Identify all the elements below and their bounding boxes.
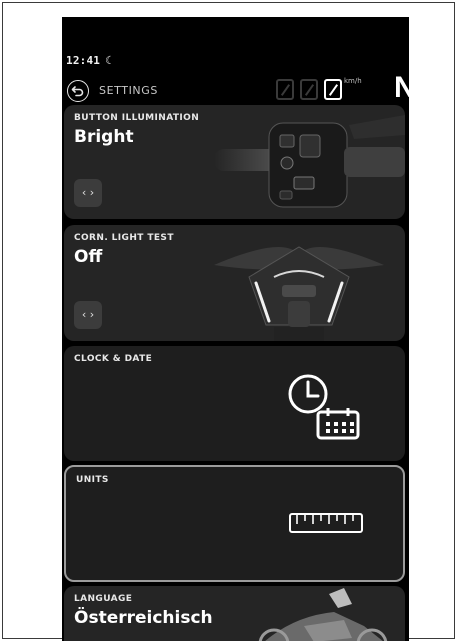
- speed-digit-inactive: [276, 79, 294, 100]
- motorcycle-front-illustration: [214, 246, 384, 341]
- back-arrow-icon: [71, 86, 84, 97]
- card-label: UNITS: [76, 475, 109, 485]
- adjust-arrows-button[interactable]: ‹ ›: [74, 301, 102, 329]
- handlebar-switch-illustration: [214, 115, 405, 208]
- card-label: CORN. LIGHT TEST: [74, 233, 174, 243]
- setting-card-language[interactable]: LANGUAGE Österreichisch: [64, 586, 405, 641]
- setting-card-clock-date[interactable]: CLOCK & DATE: [64, 346, 405, 461]
- card-label: LANGUAGE: [74, 594, 133, 604]
- setting-card-cornering-light-test[interactable]: CORN. LIGHT TEST Off ‹ ›: [64, 225, 405, 341]
- gear-indicator: N: [394, 71, 409, 104]
- clock-calendar-icon: [288, 374, 360, 440]
- adjust-arrows-button[interactable]: ‹ ›: [74, 179, 102, 207]
- card-value: Österreichisch: [74, 608, 213, 628]
- speed-unit: km/h: [344, 77, 362, 85]
- card-label: BUTTON ILLUMINATION: [74, 113, 200, 123]
- status-bar: 12:41 ☾: [66, 54, 112, 67]
- card-label: CLOCK & DATE: [74, 354, 153, 364]
- moon-icon: ☾: [105, 54, 112, 67]
- speed-digit-inactive: [300, 79, 318, 100]
- back-button[interactable]: [67, 80, 89, 102]
- page-title: SETTINGS: [99, 84, 158, 97]
- card-value: Off: [74, 247, 103, 267]
- ruler-icon: [289, 513, 363, 533]
- device-screen: 12:41 ☾ SETTINGS km/h N BUTTON ILLUMINATI…: [62, 17, 409, 641]
- clock-time: 12:41: [66, 54, 101, 67]
- speed-digit-active: [324, 79, 342, 100]
- setting-card-button-illumination[interactable]: BUTTON ILLUMINATION Bright ‹ ›: [64, 105, 405, 219]
- motorcycle-side-illustration: [258, 588, 388, 641]
- setting-card-units[interactable]: UNITS: [64, 465, 405, 582]
- card-value: Bright: [74, 127, 134, 147]
